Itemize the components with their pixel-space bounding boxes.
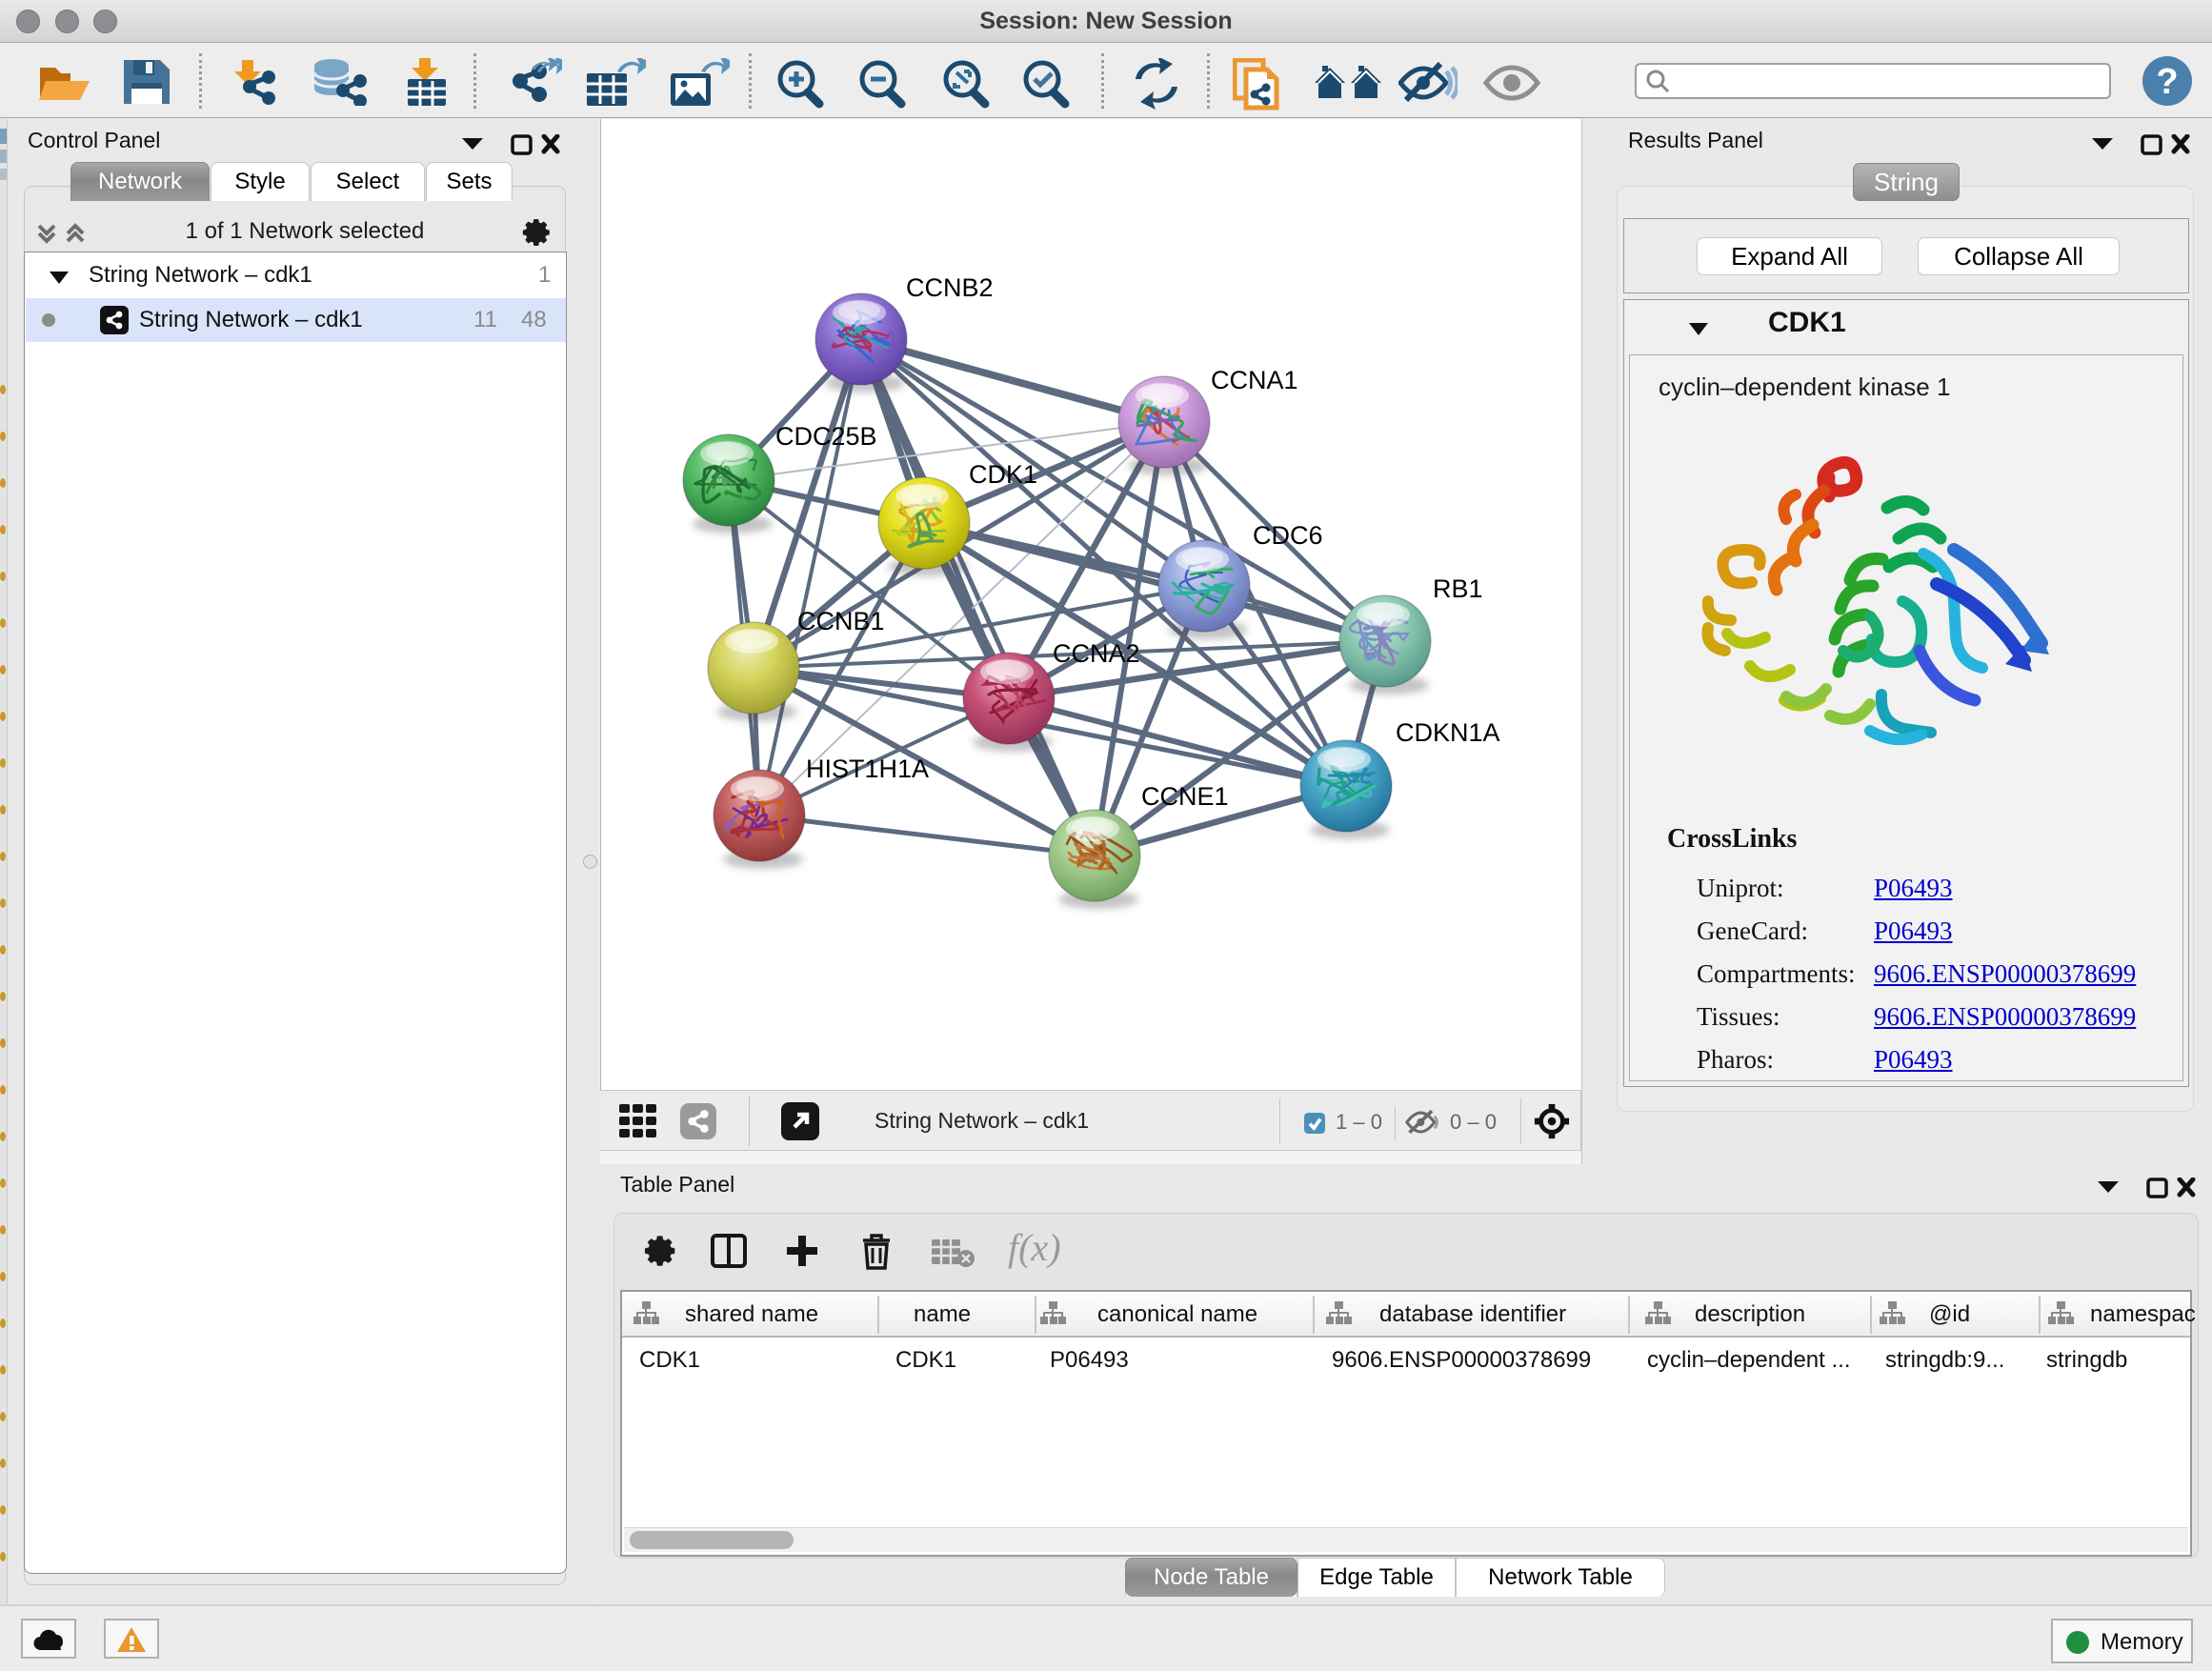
- svg-text:CDK1: CDK1: [969, 460, 1037, 489]
- svg-text:CCNA2: CCNA2: [1053, 639, 1140, 668]
- svg-text:CDC25B: CDC25B: [775, 422, 877, 451]
- svg-text:RB1: RB1: [1433, 574, 1483, 603]
- svg-text:CDC6: CDC6: [1253, 521, 1323, 550]
- svg-text:CDKN1A: CDKN1A: [1396, 718, 1500, 747]
- svg-text:CCNB1: CCNB1: [797, 607, 885, 635]
- svg-text:CCNA1: CCNA1: [1211, 366, 1298, 394]
- svg-text:CCNE1: CCNE1: [1141, 782, 1229, 811]
- svg-text:?: ?: [2156, 62, 2178, 102]
- svg-text:CCNB2: CCNB2: [906, 273, 994, 302]
- svg-text:HIST1H1A: HIST1H1A: [806, 755, 929, 783]
